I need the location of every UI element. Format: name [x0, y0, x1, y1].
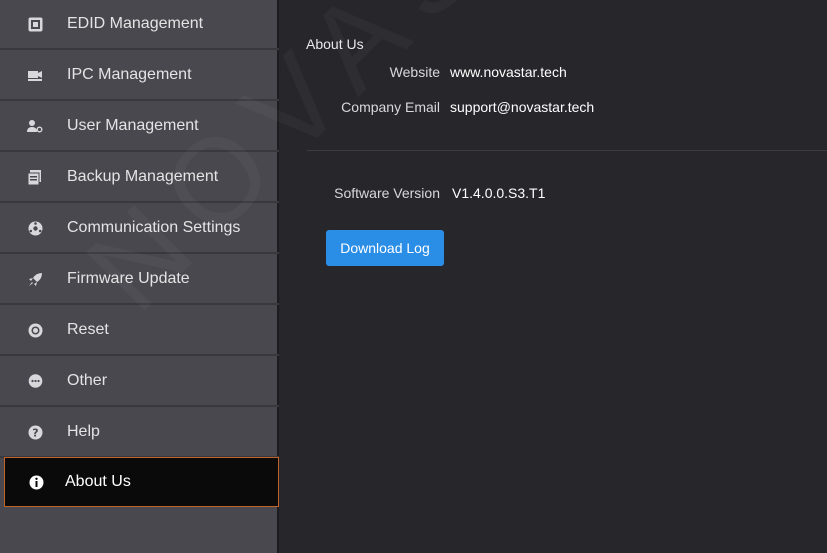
reset-icon — [27, 322, 43, 338]
sidebar-item-ipc-management[interactable]: IPC Management — [0, 51, 279, 101]
camera-icon — [27, 67, 43, 83]
sidebar-item-help[interactable]: ? Help — [0, 408, 279, 458]
sidebar-item-backup-management[interactable]: Backup Management — [0, 153, 279, 203]
sidebar-item-label: Reset — [67, 321, 109, 338]
info-icon — [28, 474, 44, 490]
company-email-label: Company Email — [341, 99, 440, 115]
sidebar-item-label: IPC Management — [67, 66, 192, 83]
sidebar-item-label: About Us — [65, 473, 131, 490]
edid-icon — [27, 16, 43, 32]
download-log-button[interactable]: Download Log — [326, 230, 444, 266]
sidebar-item-label: EDID Management — [67, 15, 204, 32]
software-version-value: V1.4.0.0.S3.T1 — [452, 185, 546, 201]
website-row: Website www.novastar.tech — [281, 64, 567, 80]
company-email-value: support@novastar.tech — [450, 99, 595, 115]
svg-text:?: ? — [32, 426, 38, 439]
sidebar-item-user-management[interactable]: User Management — [0, 102, 279, 152]
email-row: Company Email support@novastar.tech — [281, 99, 594, 115]
sidebar-item-reset[interactable]: Reset — [0, 306, 279, 356]
website-label: Website — [389, 64, 440, 80]
sidebar-item-label: User Management — [67, 117, 199, 134]
help-icon: ? — [27, 424, 43, 440]
sidebar-item-communication-settings[interactable]: Communication Settings — [0, 204, 279, 254]
sidebar: EDID Management IPC Management User Mana… — [0, 0, 279, 553]
sidebar-item-label: Help — [67, 423, 100, 440]
website-value: www.novastar.tech — [450, 64, 567, 80]
backup-icon — [27, 169, 43, 185]
software-version-row: Software Version V1.4.0.0.S3.T1 — [281, 185, 545, 201]
about-panel: About Us Website www.novastar.tech Compa… — [281, 0, 827, 553]
rocket-icon — [27, 271, 43, 287]
page-title: About Us — [306, 36, 364, 52]
sidebar-item-label: Firmware Update — [67, 270, 190, 287]
chat-icon — [27, 373, 43, 389]
software-version-label: Software Version — [334, 185, 440, 201]
sidebar-item-label: Other — [67, 372, 108, 389]
users-icon — [27, 118, 43, 134]
sidebar-item-label: Communication Settings — [67, 219, 241, 236]
app-window: EDID Management IPC Management User Mana… — [0, 0, 827, 553]
sidebar-item-other[interactable]: Other — [0, 357, 279, 407]
sidebar-item-label: Backup Management — [67, 168, 219, 185]
sidebar-item-edid-management[interactable]: EDID Management — [0, 0, 279, 50]
sidebar-item-about-us[interactable]: About Us — [4, 457, 279, 507]
network-icon — [27, 220, 43, 236]
divider — [307, 150, 827, 151]
sidebar-item-firmware-update[interactable]: Firmware Update — [0, 255, 279, 305]
